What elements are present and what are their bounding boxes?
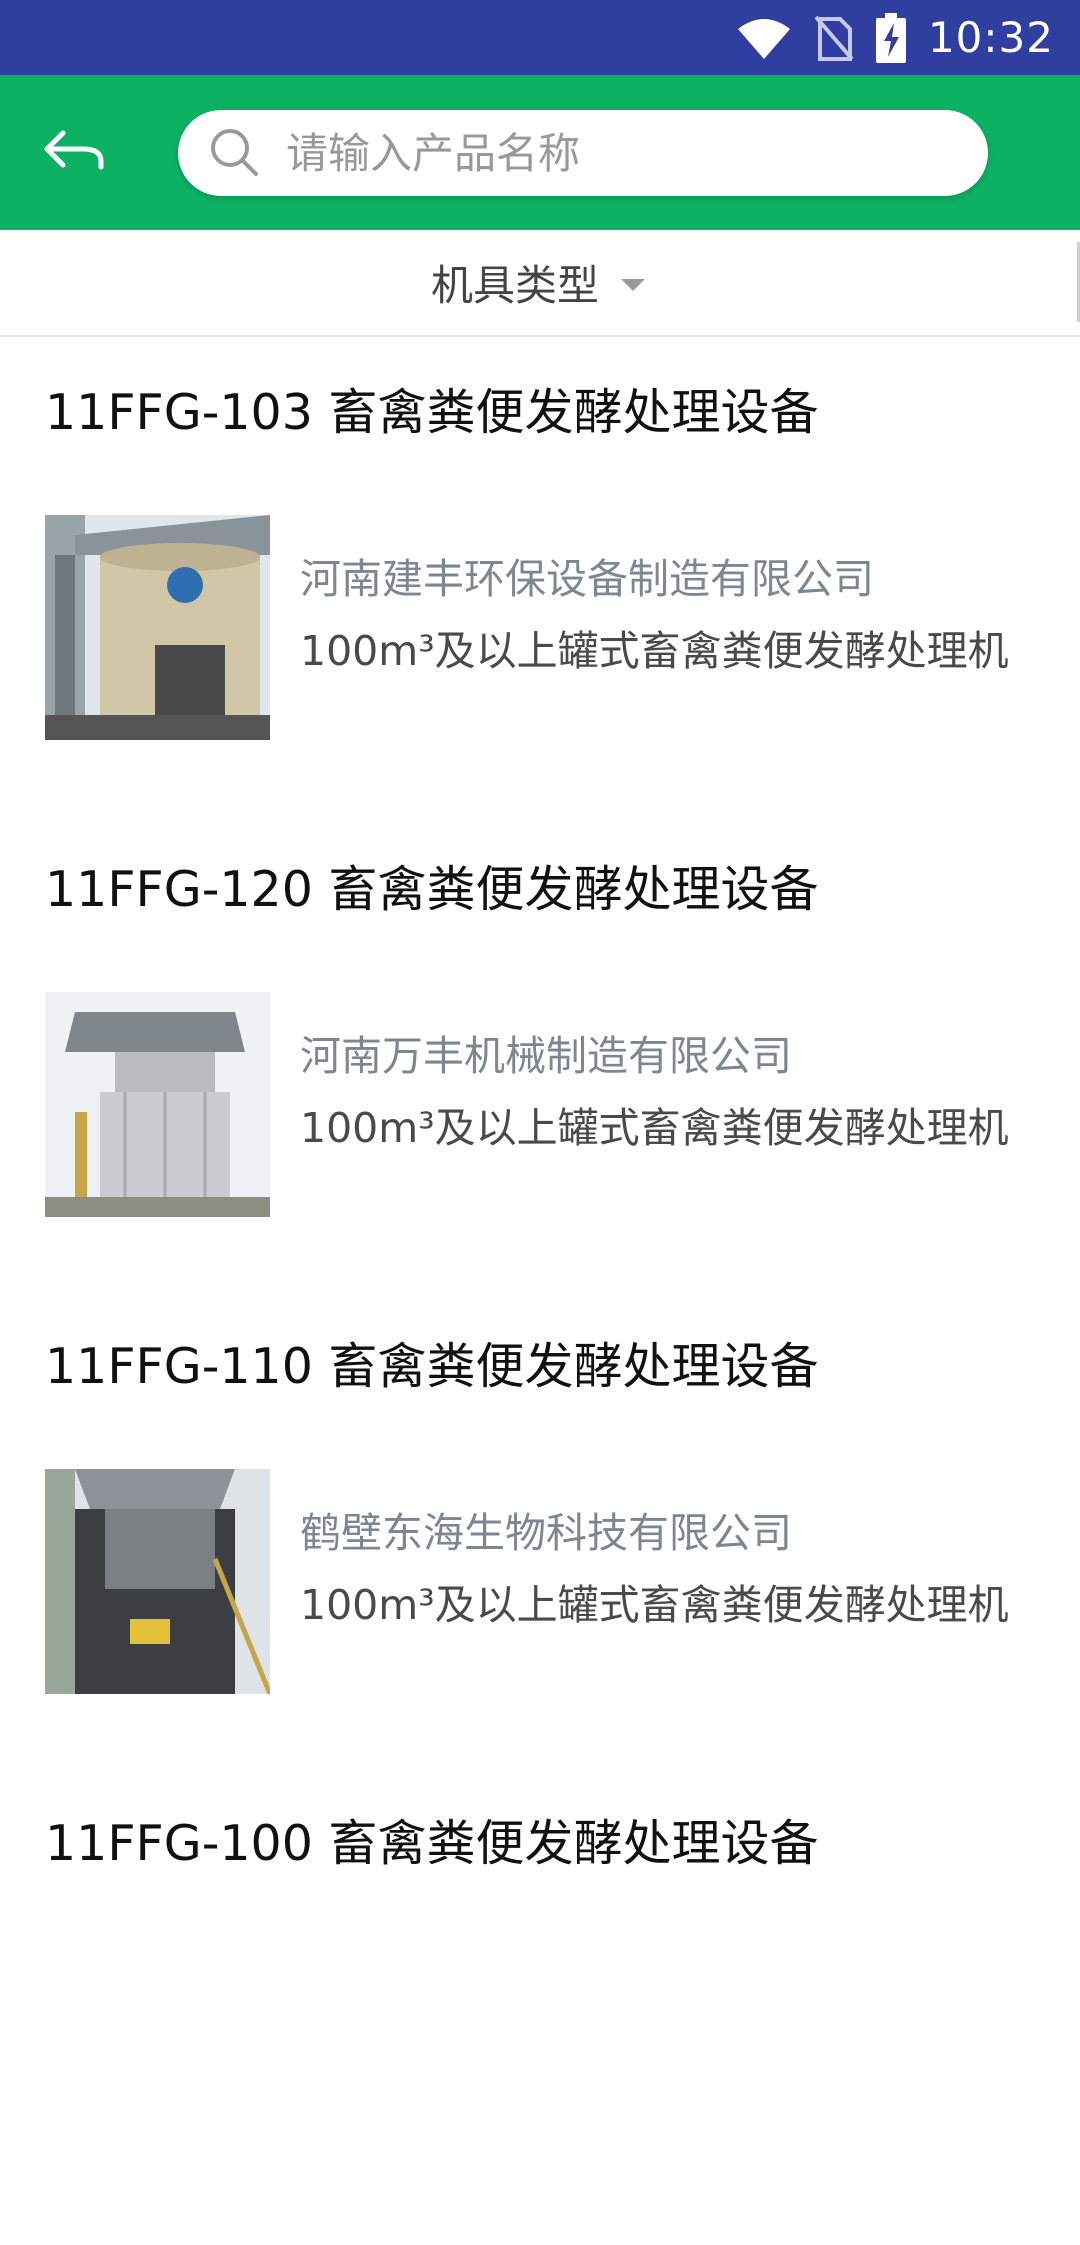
dropdown-caret-icon [621,278,645,291]
back-arrow-icon [43,127,107,179]
product-description: 100m³及以上罐式畜禽粪便发酵处理机 [300,627,1009,675]
product-item[interactable]: 11FFG-100 畜禽粪便发酵处理设备 [0,1768,1080,2245]
product-item[interactable]: 11FFG-120 畜禽粪便发酵处理设备 河南万丰机械制造有限公司 100m³及… [0,814,1080,1291]
no-sim-icon [814,15,854,61]
product-item[interactable]: 11FFG-103 畜禽粪便发酵处理设备 河南建丰环保设备制造有限公司 100m… [0,337,1080,814]
app-bar [0,75,1080,230]
product-image [45,1469,270,1694]
filter-label: 机具类型 [430,261,599,310]
product-image [45,515,270,740]
search-icon [208,126,262,180]
back-button[interactable] [30,113,120,193]
product-list: 11FFG-103 畜禽粪便发酵处理设备 河南建丰环保设备制造有限公司 100m… [0,337,1080,2245]
machine-type-filter[interactable]: 机具类型 [0,230,1076,335]
product-description: 100m³及以上罐式畜禽粪便发酵处理机 [300,1104,1009,1152]
search-input[interactable] [284,127,948,179]
clock: 10:32 [927,13,1054,62]
company-name: 河南建丰环保设备制造有限公司 [300,555,874,603]
product-title: 11FFG-120 畜禽粪便发酵处理设备 [45,861,819,918]
wifi-icon [736,17,792,59]
company-name: 鹤壁东海生物科技有限公司 [300,1509,792,1557]
product-title: 11FFG-110 畜禽粪便发酵处理设备 [45,1338,819,1395]
search-box[interactable] [178,110,988,196]
product-title: 11FFG-103 畜禽粪便发酵处理设备 [45,384,819,441]
battery-charging-icon [875,12,906,63]
product-description: 100m³及以上罐式畜禽粪便发酵处理机 [300,1581,1009,1629]
product-item[interactable]: 11FFG-110 畜禽粪便发酵处理设备 鹤壁东海生物科技有限公司 100m³及… [0,1291,1080,1768]
product-image [45,992,270,1217]
company-name: 河南万丰机械制造有限公司 [300,1032,792,1080]
product-title: 11FFG-100 畜禽粪便发酵处理设备 [45,1815,819,1872]
filter-bar: 机具类型 [0,230,1080,337]
status-bar: 10:32 [0,0,1080,75]
